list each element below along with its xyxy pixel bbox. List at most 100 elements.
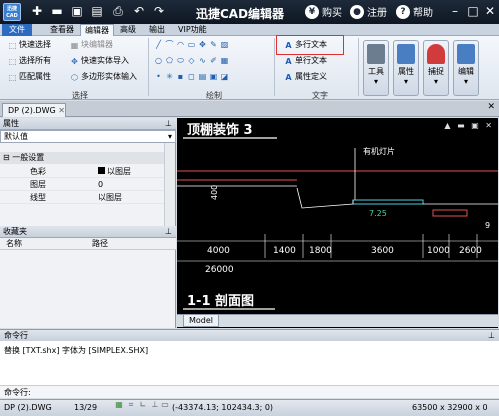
color-swatch: [98, 167, 105, 174]
props-dropdown[interactable]: 默认值 ▾: [0, 130, 176, 143]
line-icon[interactable]: ╱: [154, 40, 163, 49]
pin-icon[interactable]: ⊥: [165, 226, 172, 238]
gradient-icon[interactable]: ▦: [220, 56, 229, 65]
props-section-general[interactable]: ⊟ 一般设置: [0, 152, 164, 164]
region-icon[interactable]: ◻: [187, 72, 196, 81]
open-icon[interactable]: ▬: [50, 4, 64, 18]
properties-icon: [397, 44, 415, 64]
square-icon[interactable]: ◇: [187, 56, 196, 65]
draw-icon[interactable]: ✎: [209, 40, 218, 49]
quick-select-button[interactable]: ⬚ 快速选择: [8, 40, 51, 50]
props-scrollbar[interactable]: [164, 143, 175, 229]
dim-6: 2600: [459, 246, 482, 256]
command-header: 命令行 ⊥: [0, 329, 499, 341]
saveas-icon[interactable]: ▤: [90, 4, 104, 18]
dim-1: 4000: [207, 246, 230, 256]
command-input[interactable]: 命令行:: [0, 385, 499, 398]
quick-import-button[interactable]: ✥ 快速实体导入: [70, 56, 129, 66]
wipeout-icon[interactable]: ◪: [220, 72, 229, 81]
canvas-window-controls[interactable]: ▲ ▬ ▣ ✕: [444, 121, 494, 130]
image-icon[interactable]: ▣: [209, 72, 218, 81]
menu-bar: 文件 查看器 编辑器 高级 输出 VIP功能: [0, 24, 499, 36]
tab-close-icon[interactable]: ✕: [58, 106, 65, 115]
help-button[interactable]: ? 帮助: [396, 4, 433, 19]
lamp-label: 有机灯片: [363, 146, 395, 156]
block-icon[interactable]: ▪: [176, 72, 185, 81]
edit-button[interactable]: 编辑 ▾: [453, 40, 479, 96]
total-dim: 26000: [205, 265, 234, 275]
doc-tab[interactable]: DP (2).DWG ✕: [2, 103, 66, 117]
new-icon[interactable]: ✚: [30, 4, 44, 18]
undo-icon[interactable]: ↶: [132, 4, 146, 18]
tab-close-all-icon[interactable]: ✕: [487, 102, 495, 112]
app-logo[interactable]: 迅捷CAD: [3, 3, 21, 21]
prop-row-color[interactable]: 色彩 以图层: [0, 165, 164, 178]
prop-row-linetype[interactable]: 线型 以图层: [0, 191, 164, 204]
section-title: 1-1 剖面图: [187, 293, 254, 309]
stext-button[interactable]: A 单行文本: [284, 56, 327, 66]
close-icon[interactable]: ✕: [483, 4, 497, 18]
pin-icon[interactable]: ⊥: [165, 118, 172, 130]
polygon-import-icon: ⬡: [71, 72, 78, 82]
snap-button[interactable]: 捕捉 ▾: [423, 40, 449, 96]
menu-vip[interactable]: VIP功能: [174, 24, 211, 36]
snap-status-icon[interactable]: ⌗: [126, 400, 136, 410]
polygon-import-button[interactable]: ⬡ 多边形实体输入: [70, 72, 137, 82]
grid-icon[interactable]: ▦: [114, 400, 124, 410]
attdef-button[interactable]: A 属性定义: [284, 72, 327, 82]
circle-icon[interactable]: ○: [154, 56, 163, 65]
attdef-icon: A: [285, 72, 292, 82]
menu-advanced[interactable]: 高级: [116, 24, 140, 36]
menu-editor[interactable]: 编辑器: [80, 24, 114, 36]
collapse-icon[interactable]: ⊟: [3, 153, 10, 162]
props-panel-header: 属性 ⊥: [0, 118, 176, 130]
buy-button[interactable]: ¥ 购买: [305, 4, 342, 19]
move-icon[interactable]: ✥: [198, 40, 207, 49]
lineweight-icon[interactable]: ▭: [160, 400, 170, 410]
table-icon[interactable]: ▤: [198, 72, 207, 81]
model-tab[interactable]: Model: [183, 315, 220, 327]
ribbon-separator: [274, 38, 275, 96]
point-icon[interactable]: •: [154, 72, 163, 81]
drawing-title: 顶棚装饰 3: [187, 122, 253, 138]
select-all-button[interactable]: ⬚ 选择所有: [8, 56, 51, 66]
draw-tools-row3[interactable]: • ✳ ▪ ◻ ▤ ▣ ◪: [154, 72, 231, 81]
star-icon[interactable]: ✳: [165, 72, 174, 81]
command-output: 替换 [TXT.shx] 字体为 [SIMPLEX.SHX]: [0, 341, 499, 385]
ortho-icon[interactable]: ∟: [138, 400, 148, 410]
polygon-icon[interactable]: ⬠: [165, 56, 174, 65]
maximize-icon[interactable]: □: [466, 4, 480, 18]
hatch-icon[interactable]: ▨: [220, 40, 229, 49]
status-coords: (-43374.13; 102434.3; 0): [172, 403, 274, 412]
rect-icon[interactable]: ▭: [187, 40, 196, 49]
menu-file[interactable]: 文件: [2, 24, 32, 36]
menu-output[interactable]: 输出: [145, 24, 169, 36]
menu-viewer[interactable]: 查看器: [46, 24, 78, 36]
arc-icon[interactable]: ◠: [176, 40, 185, 49]
drawing-canvas[interactable]: 顶棚装饰 3 有机灯片 7.25 9 400 4000 1400 1800 36…: [177, 118, 498, 328]
properties-button[interactable]: 属性 ▾: [393, 40, 419, 96]
polyline-icon[interactable]: ⌒: [165, 40, 174, 49]
match-props-button[interactable]: ⬚ 匹配属性: [8, 72, 51, 82]
prop-row-layer[interactable]: 图层 0: [0, 178, 164, 191]
mtext-highlight: [276, 35, 344, 55]
save-icon[interactable]: ▣: [70, 4, 84, 18]
model-tabbar: Model: [177, 314, 498, 327]
spline-icon[interactable]: ∿: [198, 56, 207, 65]
pencil-icon[interactable]: ✐: [209, 56, 218, 65]
ribbon: ⬚ 快速选择 ⬚ 选择所有 ⬚ 匹配属性 ▦ 块编辑器 ✥ 快速实体导入 ⬡ 多边形实体输入…: [0, 36, 499, 100]
tools-button[interactable]: 工具 ▾: [363, 40, 389, 96]
redo-icon[interactable]: ↷: [152, 4, 166, 18]
elev-label-3: 9: [485, 221, 490, 230]
ellipse-icon[interactable]: ⬭: [176, 56, 185, 65]
draw-tools-row1[interactable]: ╱ ⌒ ◠ ▭ ✥ ✎ ▨: [154, 40, 231, 49]
register-button[interactable]: ● 注册: [350, 4, 387, 19]
block-editor-button[interactable]: ▦ 块编辑器: [70, 40, 113, 50]
dim-5: 1000: [427, 246, 450, 256]
draw-tools-row2[interactable]: ○ ⬠ ⬭ ◇ ∿ ✐ ▦: [154, 56, 231, 65]
print-icon[interactable]: ⎙: [111, 4, 125, 18]
dim-3: 1800: [309, 246, 332, 256]
chevron-down-icon: ▾: [167, 132, 172, 141]
minimize-icon[interactable]: –: [448, 4, 462, 18]
osnap-icon[interactable]: ⊥: [150, 400, 160, 410]
